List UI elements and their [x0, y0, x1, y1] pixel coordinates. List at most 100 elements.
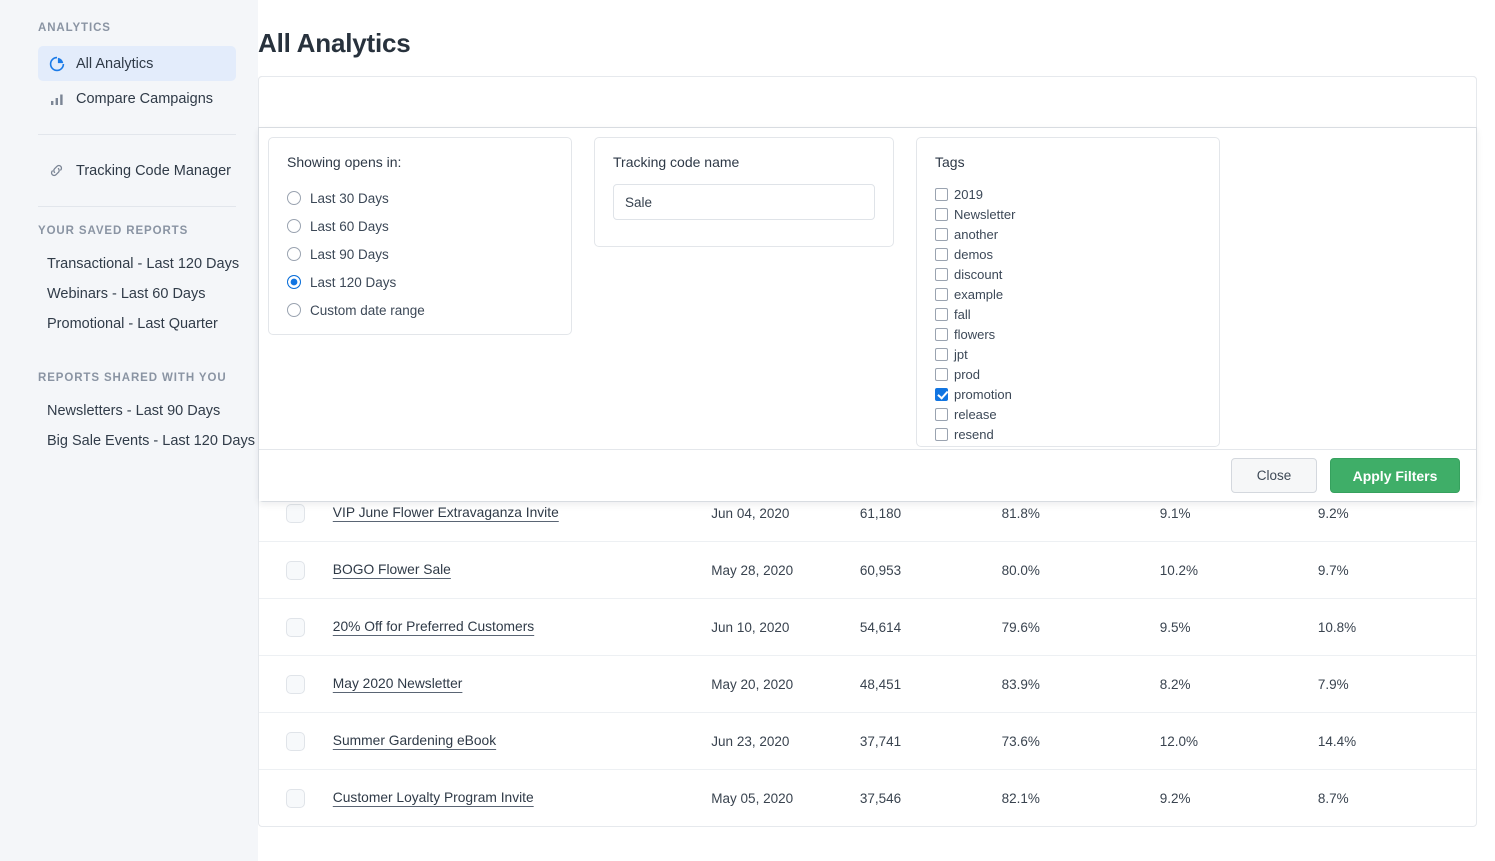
sidebar-section-shared-reports: REPORTS SHARED WITH YOU [38, 372, 227, 384]
radio-option-custom-date-range[interactable]: Custom date range [287, 296, 553, 324]
row-click-rate: 10.2% [1159, 562, 1199, 578]
table-row[interactable]: May 2020 Newsletter May 20, 2020 48,451 … [259, 655, 1476, 712]
tag-checkbox-prod[interactable]: prod [935, 364, 1201, 384]
tag-checkbox-resend[interactable]: resend [935, 424, 1201, 444]
row-sends: 37,546 [859, 790, 902, 806]
table-row[interactable]: Summer Gardening eBook Jun 23, 2020 37,7… [259, 712, 1476, 769]
checkbox-icon [935, 367, 948, 381]
row-sends: 54,614 [859, 619, 902, 635]
row-open-rate: 81.8% [1001, 505, 1040, 521]
shared-report-link[interactable]: Big Sale Events - Last 120 Days [0, 426, 258, 456]
row-click-rate: 12.0% [1159, 733, 1199, 749]
checkbox-icon [935, 287, 948, 301]
saved-report-link[interactable]: Promotional - Last Quarter [0, 309, 258, 339]
saved-report-link[interactable]: Webinars - Last 60 Days [0, 279, 258, 309]
tag-checkbox-release[interactable]: release [935, 404, 1201, 424]
row-checkbox[interactable] [286, 788, 306, 808]
row-open-rate: 80.0% [1001, 562, 1040, 578]
radio-label: Custom date range [310, 302, 425, 318]
row-name-cell: BOGO Flower Sale [333, 561, 712, 579]
tag-checkbox-2019[interactable]: 2019 [935, 184, 1201, 204]
row-extra-rate: 7.9% [1317, 676, 1349, 692]
checkbox-icon [935, 207, 948, 221]
row-click-rate: 9.2% [1159, 790, 1191, 806]
tag-label: Newsletter [954, 206, 1016, 222]
tag-label: prod [954, 366, 981, 382]
row-extra-rate: 10.8% [1317, 619, 1357, 635]
row-open-rate: 82.1% [1001, 790, 1040, 806]
tracking-code-filter-card: Tracking code name [594, 137, 894, 247]
row-extra-rate: 9.7% [1317, 562, 1349, 578]
filter-panel-columns: Showing opens in: Last 30 Days Last 60 D… [259, 128, 1476, 447]
radio-label: Last 60 Days [310, 218, 389, 234]
row-checkbox-cell [259, 617, 333, 637]
radio-label: Last 120 Days [310, 274, 397, 290]
tag-checkbox-demos[interactable]: demos [935, 244, 1201, 264]
tag-checkbox-discount[interactable]: discount [935, 264, 1201, 284]
sidebar-item-all-analytics[interactable]: All Analytics [38, 46, 236, 81]
tags-filter-card: Tags 2019 Newsletter another demos disco… [916, 137, 1220, 447]
shared-report-link[interactable]: Newsletters - Last 90 Days [0, 396, 258, 426]
radio-label: Last 30 Days [310, 190, 389, 206]
radio-option-last-30-days[interactable]: Last 30 Days [287, 184, 553, 212]
campaign-link[interactable]: 20% Off for Preferred Customers [333, 619, 534, 634]
radio-option-last-60-days[interactable]: Last 60 Days [287, 212, 553, 240]
close-button[interactable]: Close [1231, 458, 1317, 493]
sidebar-item-label: Tracking Code Manager [76, 162, 232, 179]
row-checkbox-cell [259, 674, 333, 694]
saved-report-link[interactable]: Transactional - Last 120 Days [0, 249, 258, 279]
row-name-cell: 20% Off for Preferred Customers [333, 618, 712, 636]
tag-checkbox-newsletter[interactable]: Newsletter [935, 204, 1201, 224]
tag-checkbox-promotion[interactable]: promotion [935, 384, 1201, 404]
apply-filters-button[interactable]: Apply Filters [1330, 458, 1460, 493]
row-date: May 20, 2020 [711, 676, 794, 692]
table-row[interactable]: 20% Off for Preferred Customers Jun 10, … [259, 598, 1476, 655]
tag-checkbox-another[interactable]: another [935, 224, 1201, 244]
row-name-cell: VIP June Flower Extravaganza Invite [333, 504, 712, 522]
row-click-rate: 8.2% [1159, 676, 1191, 692]
radio-icon [287, 191, 301, 205]
row-name-cell: May 2020 Newsletter [333, 675, 712, 693]
campaign-link[interactable]: May 2020 Newsletter [333, 676, 463, 691]
row-checkbox[interactable] [286, 731, 306, 751]
row-checkbox[interactable] [286, 617, 306, 637]
tag-checkbox-jpt[interactable]: jpt [935, 344, 1201, 364]
radio-option-last-90-days[interactable]: Last 90 Days [287, 240, 553, 268]
sidebar-item-compare-campaigns[interactable]: Compare Campaigns [38, 81, 236, 116]
tag-label: another [954, 226, 999, 242]
sidebar-divider-1 [38, 134, 236, 135]
row-checkbox[interactable] [286, 560, 306, 580]
checkbox-icon [935, 407, 948, 421]
row-open-rate: 73.6% [1001, 733, 1040, 749]
tag-checkbox-fall[interactable]: fall [935, 304, 1201, 324]
tracking-code-input[interactable] [613, 184, 875, 220]
tag-label: release [954, 406, 997, 422]
table-row[interactable]: Customer Loyalty Program Invite May 05, … [259, 769, 1476, 826]
radio-option-last-120-days[interactable]: Last 120 Days [287, 268, 553, 296]
tag-label: promotion [954, 386, 1012, 402]
radio-icon-selected [287, 275, 301, 289]
campaign-link[interactable]: Customer Loyalty Program Invite [333, 790, 534, 805]
opens-filter-card: Showing opens in: Last 30 Days Last 60 D… [268, 137, 572, 335]
radio-label: Last 90 Days [310, 246, 389, 262]
row-checkbox[interactable] [286, 503, 306, 523]
campaign-link[interactable]: VIP June Flower Extravaganza Invite [333, 505, 559, 520]
row-sends: 48,451 [859, 676, 902, 692]
tag-checkbox-flowers[interactable]: flowers [935, 324, 1201, 344]
filter-panel-footer: Close Apply Filters [259, 449, 1476, 501]
row-checkbox-cell [259, 788, 333, 808]
sidebar-item-tracking-code-manager[interactable]: Tracking Code Manager [38, 153, 236, 188]
tag-label: jpt [954, 346, 968, 362]
sidebar-section-analytics: ANALYTICS [38, 22, 111, 34]
table-row[interactable]: BOGO Flower Sale May 28, 2020 60,953 80.… [259, 541, 1476, 598]
checkbox-icon [935, 187, 948, 201]
tag-checkbox-example[interactable]: example [935, 284, 1201, 304]
campaign-link[interactable]: BOGO Flower Sale [333, 562, 451, 577]
row-extra-rate: 14.4% [1317, 733, 1357, 749]
opens-filter-title: Showing opens in: [287, 154, 402, 170]
row-name-cell: Customer Loyalty Program Invite [333, 789, 712, 807]
row-checkbox[interactable] [286, 674, 306, 694]
row-click-rate: 9.5% [1159, 619, 1191, 635]
tracking-code-title: Tracking code name [613, 154, 740, 170]
campaign-link[interactable]: Summer Gardening eBook [333, 733, 496, 748]
